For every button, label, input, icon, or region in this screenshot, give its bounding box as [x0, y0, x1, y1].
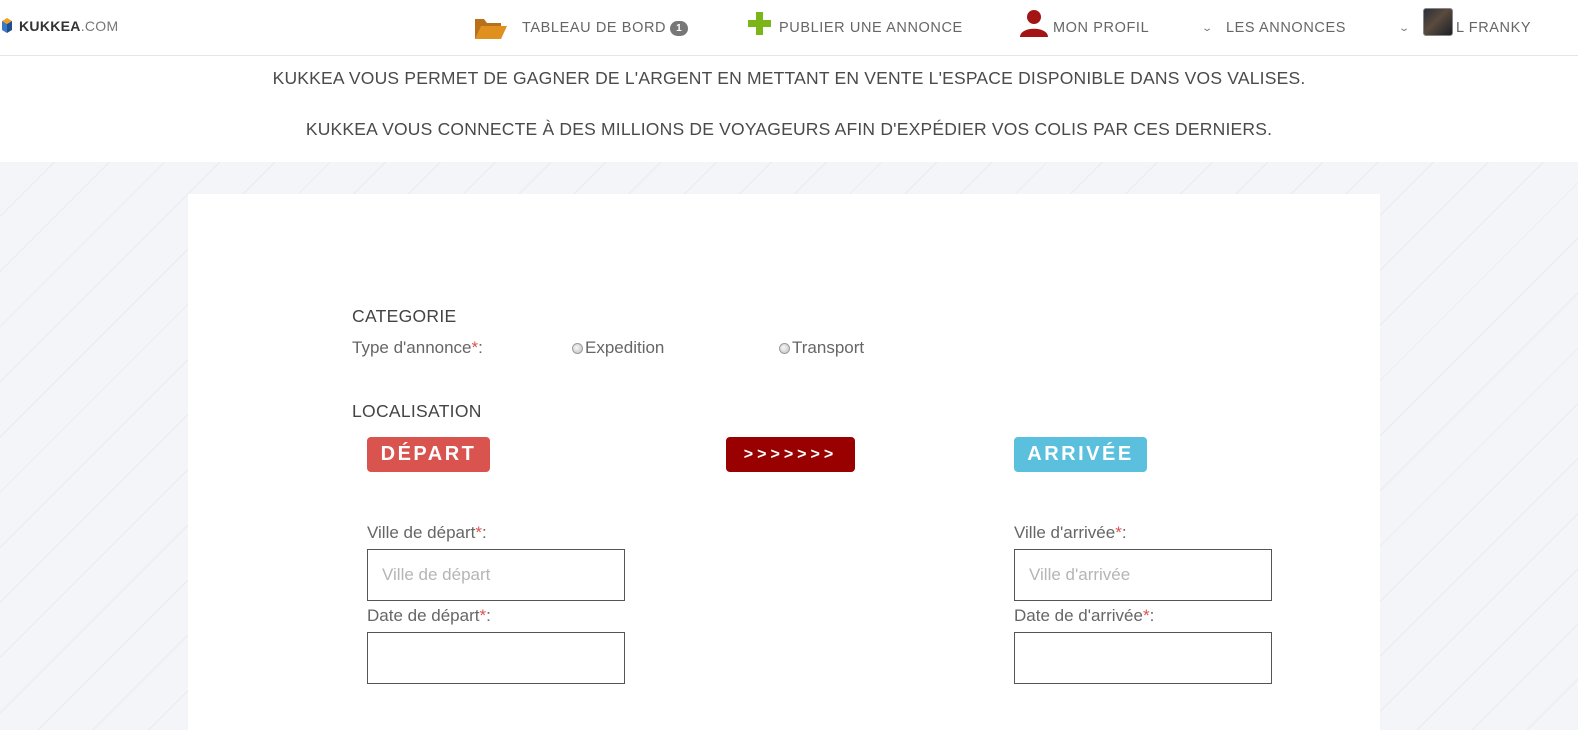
- nav-listings-dropdown[interactable]: ⌄ LES ANNONCES: [1201, 0, 1346, 56]
- banner-line-2: KUKKEA VOUS CONNECTE À DES MILLIONS DE V…: [305, 119, 1273, 139]
- arrival-date-label: Date de d'arrivée*:: [1014, 606, 1155, 625]
- radio-button[interactable]: [779, 342, 790, 354]
- arrival-city-label: Ville d'arrivée*:: [1014, 523, 1127, 542]
- notification-badge: 1: [670, 20, 689, 36]
- avatar: [1422, 8, 1453, 36]
- depart-city-label: Ville de départ*:: [367, 523, 487, 542]
- intro-banner: KUKKEA VOUS PERMET DE GAGNER DE L'ARGENT…: [0, 57, 1578, 162]
- required-mark: *: [1142, 606, 1150, 625]
- depart-tag: DÉPART: [367, 437, 490, 472]
- radio-expedition-label: Expedition: [585, 338, 665, 357]
- nav-profile[interactable]: MON PROFIL: [1019, 0, 1149, 56]
- kukkea-logo-icon: [2, 18, 12, 33]
- category-section-title: CATEGORIE: [352, 306, 457, 326]
- radio-transport-label: Transport: [792, 338, 865, 357]
- nav-dashboard-label: TABLEAU DE BORD: [522, 20, 667, 36]
- ad-type-label: Type d'annonce*:: [352, 338, 483, 357]
- depart-city-label-text: Ville de départ: [367, 523, 476, 542]
- radio-expedition[interactable]: Expedition: [572, 338, 664, 358]
- ad-type-label-text: Type d'annonce: [352, 338, 472, 357]
- required-mark: *: [1115, 523, 1122, 542]
- arrivee-tag: ARRIVÉE: [1014, 437, 1147, 472]
- direction-arrow-tag: >>>>>>>: [726, 437, 855, 472]
- nav-user-name: L FRANKY: [1455, 20, 1532, 36]
- plus-icon: [747, 11, 772, 36]
- radio-transport[interactable]: Transport: [779, 338, 864, 358]
- ad-form-card: CATEGORIE Type d'annonce*: Expedition Tr…: [188, 194, 1380, 730]
- required-mark: *: [471, 338, 479, 357]
- nav-user-dropdown[interactable]: ⌄ L FRANKY: [1398, 0, 1532, 56]
- page-background: CATEGORIE Type d'annonce*: Expedition Tr…: [0, 162, 1578, 730]
- depart-date-label-text: Date de départ: [367, 606, 480, 625]
- folder-open-icon: [474, 15, 508, 41]
- banner-line-1: KUKKEA VOUS PERMET DE GAGNER DE L'ARGENT…: [272, 68, 1306, 88]
- brand-domain: .COM: [80, 18, 119, 34]
- user-icon: [1019, 9, 1049, 37]
- nav-listings-label: LES ANNONCES: [1225, 20, 1346, 36]
- location-section-title: LOCALISATION: [352, 401, 482, 421]
- top-navbar: KUKKEA .COM TABLEAU DE BORD 1 PUBLIER UNE…: [0, 0, 1578, 56]
- arrival-city-label-text: Ville d'arrivée: [1014, 523, 1116, 542]
- chevron-down-icon: ⌄: [1201, 22, 1214, 34]
- depart-date-label: Date de départ*:: [367, 606, 491, 625]
- brand-name: KUKKEA: [19, 18, 81, 34]
- nav-publish-label: PUBLIER UNE ANNONCE: [779, 20, 963, 36]
- depart-city-input[interactable]: [367, 549, 625, 601]
- chevron-down-icon: ⌄: [1398, 22, 1411, 34]
- arrival-city-input[interactable]: [1014, 549, 1272, 601]
- nav-dashboard[interactable]: TABLEAU DE BORD 1: [474, 0, 689, 56]
- required-mark: *: [479, 606, 487, 625]
- radio-button[interactable]: [572, 342, 583, 354]
- brand-logo[interactable]: KUKKEA .COM: [0, 18, 118, 34]
- nav-publish[interactable]: PUBLIER UNE ANNONCE: [747, 0, 963, 56]
- required-mark: *: [475, 523, 482, 542]
- nav-profile-label: MON PROFIL: [1053, 20, 1150, 36]
- depart-date-input[interactable]: [367, 632, 625, 684]
- arrival-date-input[interactable]: [1014, 632, 1272, 684]
- arrival-date-label-text: Date de d'arrivée: [1014, 606, 1143, 625]
